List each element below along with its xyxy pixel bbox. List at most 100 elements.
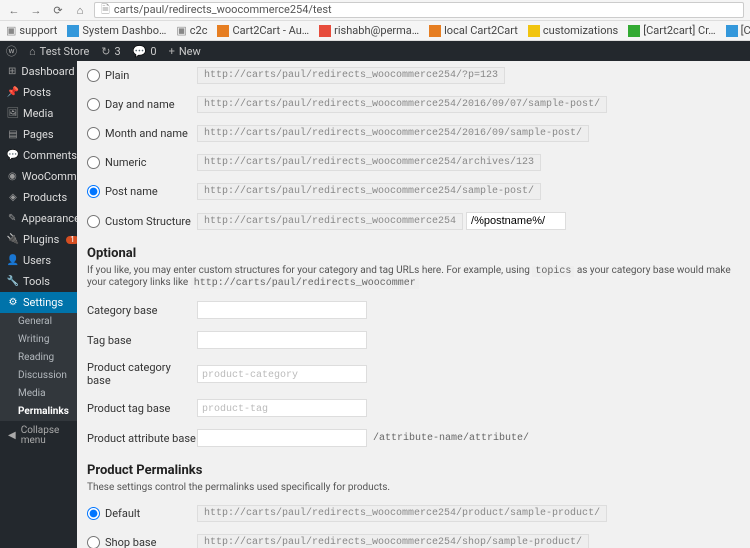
favicon (726, 25, 738, 37)
back-button[interactable]: ← (6, 2, 22, 18)
product-category-base-input[interactable] (197, 365, 367, 383)
permalink-numeric-label[interactable]: Numeric (87, 156, 197, 169)
permalink-custom-input[interactable] (466, 212, 566, 230)
menu-pages[interactable]: ▤Pages (0, 124, 77, 145)
menu-users[interactable]: 👤Users (0, 250, 77, 271)
product-attribute-base-row: Product attribute base /attribute-name/a… (87, 423, 740, 453)
menu-media[interactable]: 🖼Media (0, 103, 77, 124)
permalink-custom-label[interactable]: Custom Structure (87, 215, 197, 228)
bookmark-carttocart[interactable]: [CARTTOCART-] (726, 24, 750, 37)
update-icon: ↻ (101, 45, 110, 58)
radio-monthname[interactable] (87, 127, 100, 140)
radio-pp-shopbase[interactable] (87, 536, 100, 548)
settings-submenu: General Writing Reading Discussion Media… (0, 313, 77, 421)
comments-link[interactable]: 💬0 (133, 45, 157, 58)
permalink-postname-example: http://carts/paul/redirects_woocommerce2… (197, 183, 541, 200)
folder-icon: ▣ (176, 24, 186, 37)
plugin-icon: 🔌 (8, 235, 18, 245)
product-icon: ◈ (8, 193, 18, 203)
tools-icon: 🔧 (8, 277, 18, 287)
submenu-writing[interactable]: Writing (0, 331, 77, 349)
menu-appearance[interactable]: ✎Appearance (0, 208, 77, 229)
menu-tools[interactable]: 🔧Tools (0, 271, 77, 292)
bookmark-system-dashboard[interactable]: System Dashbo… (67, 24, 166, 37)
pp-default-label[interactable]: Default (87, 507, 197, 520)
bookmark-cart2cart-au[interactable]: Cart2Cart - Au… (217, 24, 309, 37)
submenu-reading[interactable]: Reading (0, 349, 77, 367)
permalink-postname-row: Post name http://carts/paul/redirects_wo… (87, 177, 740, 206)
comment-icon: 💬 (133, 45, 147, 58)
radio-plain[interactable] (87, 69, 100, 82)
permalink-numeric-example: http://carts/paul/redirects_woocommerce2… (197, 154, 541, 171)
favicon (528, 25, 540, 37)
menu-posts[interactable]: 📌Posts (0, 82, 77, 103)
menu-products[interactable]: ◈Products (0, 187, 77, 208)
menu-woocommerce[interactable]: ◉WooCommerce (0, 166, 77, 187)
bookmark-local-cart2cart[interactable]: local Cart2Cart (429, 24, 518, 37)
submenu-permalinks[interactable]: Permalinks (0, 403, 77, 421)
wp-logo[interactable]: ⓦ (6, 43, 17, 59)
home-button[interactable]: ⌂ (72, 2, 88, 18)
bookmark-customizations[interactable]: customizations (528, 24, 618, 37)
menu-settings[interactable]: ⚙Settings (0, 292, 77, 313)
menu-plugins[interactable]: 🔌Plugins1 (0, 229, 77, 250)
product-tag-base-input[interactable] (197, 399, 367, 417)
category-base-input[interactable] (197, 301, 367, 319)
submenu-general[interactable]: General (0, 313, 77, 331)
user-icon: 👤 (8, 256, 18, 266)
bookmark-rishabh[interactable]: rishabh@perma… (319, 24, 419, 37)
permalink-monthname-label[interactable]: Month and name (87, 127, 197, 140)
radio-dayname[interactable] (87, 98, 100, 111)
collapse-menu[interactable]: ◀Collapse menu (0, 421, 77, 451)
page-icon: 🗎 (101, 3, 110, 17)
appearance-icon: ✎ (8, 214, 16, 224)
radio-postname[interactable] (87, 185, 100, 198)
url-bar[interactable]: 🗎 carts/paul/redirects_woocommerce254/te… (94, 2, 744, 18)
permalink-numeric-row: Numeric http://carts/paul/redirects_wooc… (87, 148, 740, 177)
updates-link[interactable]: ↻3 (101, 45, 120, 58)
site-name-link[interactable]: ⌂Test Store (29, 45, 89, 58)
plugin-update-badge: 1 (66, 236, 77, 244)
reload-button[interactable]: ⟳ (50, 2, 66, 18)
permalink-dayname-label[interactable]: Day and name (87, 98, 197, 111)
category-base-label: Category base (87, 304, 197, 317)
settings-icon: ⚙ (8, 298, 18, 308)
product-tag-base-row: Product tag base (87, 393, 740, 423)
radio-numeric[interactable] (87, 156, 100, 169)
submenu-discussion[interactable]: Discussion (0, 367, 77, 385)
media-icon: 🖼 (8, 109, 18, 119)
permalink-dayname-example: http://carts/paul/redirects_woocommerce2… (197, 96, 607, 113)
bookmark-c2c[interactable]: ▣c2c (176, 24, 207, 37)
tag-base-row: Tag base (87, 325, 740, 355)
permalink-monthname-row: Month and name http://carts/paul/redirec… (87, 119, 740, 148)
tag-base-label: Tag base (87, 334, 197, 347)
product-permalinks-heading: Product Permalinks (87, 463, 740, 478)
new-content-link[interactable]: +New (169, 45, 201, 58)
wordpress-icon: ⓦ (6, 43, 17, 59)
folder-icon: ▣ (6, 24, 16, 37)
permalink-postname-label[interactable]: Post name (87, 185, 197, 198)
favicon (628, 25, 640, 37)
menu-comments[interactable]: 💬Comments (0, 145, 77, 166)
menu-dashboard[interactable]: ⊞Dashboard (0, 61, 77, 82)
optional-desc: If you like, you may enter custom struct… (87, 265, 740, 289)
submenu-media[interactable]: Media (0, 385, 77, 403)
admin-menu: ⊞Dashboard 📌Posts 🖼Media ▤Pages 💬Comment… (0, 61, 77, 548)
forward-button[interactable]: → (28, 2, 44, 18)
permalink-plain-label[interactable]: Plain (87, 69, 197, 82)
product-attribute-base-input[interactable] (197, 429, 367, 447)
pp-shopbase-example: http://carts/paul/redirects_woocommerce2… (197, 534, 589, 548)
bookmark-support[interactable]: ▣support (6, 24, 57, 37)
product-attribute-base-label: Product attribute base (87, 432, 197, 445)
bookmark-cart2cart-cr[interactable]: [Cart2cart] Cr… (628, 24, 715, 37)
radio-custom[interactable] (87, 215, 100, 228)
radio-pp-default[interactable] (87, 507, 100, 520)
permalink-custom-row: Custom Structure http://carts/paul/redir… (87, 206, 740, 236)
home-icon: ⌂ (29, 45, 36, 58)
tag-base-input[interactable] (197, 331, 367, 349)
permalink-plain-row: Plain http://carts/paul/redirects_woocom… (87, 61, 740, 90)
browser-nav-bar: ← → ⟳ ⌂ 🗎 carts/paul/redirects_woocommer… (0, 0, 750, 21)
pp-shopbase-label[interactable]: Shop base (87, 536, 197, 548)
woo-icon: ◉ (8, 172, 17, 182)
optional-heading: Optional (87, 246, 740, 261)
